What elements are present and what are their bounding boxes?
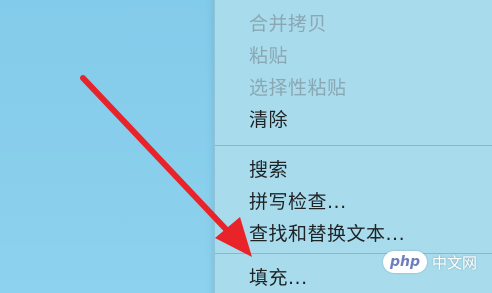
menu-item-paste: 粘贴 (249, 45, 289, 67)
menu-item-clear[interactable]: 清除 (249, 106, 288, 134)
watermark-text: 中文网 (432, 253, 478, 272)
php-logo-icon: php (383, 251, 427, 273)
menu-item-merge-copy: 合并拷贝 (249, 13, 328, 35)
menu-item-paste-special: 选择性粘贴 (249, 77, 347, 99)
menu-item-find-replace[interactable]: 查找和替换文本... (249, 220, 405, 248)
watermark: php 中文网 (383, 249, 477, 275)
menu-item-spell-check[interactable]: 拼写检查... (249, 188, 347, 216)
menu-item-search[interactable]: 搜索 (249, 156, 288, 184)
screenshot: ​ 合并拷贝 粘贴 选择性粘贴 清除 搜索 拼写检查... 查找和替换文本...… (0, 0, 492, 293)
menu-item-fill[interactable]: 填充... (249, 264, 308, 292)
menu-separator (215, 145, 492, 146)
